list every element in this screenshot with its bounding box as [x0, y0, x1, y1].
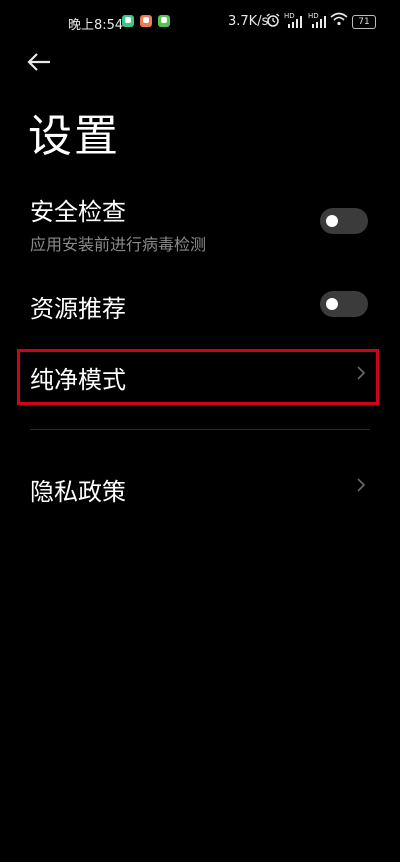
page-title: 设置	[28, 111, 120, 162]
download-notification-icon	[158, 15, 170, 27]
setting-label: 安全检查	[30, 198, 126, 226]
resource-recommend-toggle[interactable]	[320, 291, 368, 317]
battery-icon: 71	[352, 15, 376, 29]
app-notification-icon	[140, 15, 152, 27]
security-check-toggle[interactable]	[320, 208, 368, 234]
cell-signal-icon: HD	[308, 12, 328, 28]
chevron-right-icon	[357, 478, 366, 492]
shield-notification-icon	[122, 15, 134, 27]
setting-resource-recommend[interactable]: 资源推荐	[30, 289, 370, 329]
setting-label: 资源推荐	[30, 295, 126, 323]
cell-signal-icon: HD	[284, 12, 304, 28]
highlight-box	[17, 349, 379, 405]
network-speed: 3.7K/s	[228, 14, 269, 29]
divider	[30, 429, 370, 430]
toggle-knob	[326, 298, 338, 310]
setting-privacy-policy[interactable]: 隐私政策	[30, 472, 370, 508]
setting-subtitle: 应用安装前进行病毒检测	[30, 235, 207, 254]
status-time: 晚上8:54	[68, 18, 124, 33]
status-bar: 晚上8:54 3.7K/s HD HD 71	[0, 0, 400, 44]
alarm-icon	[266, 13, 280, 27]
back-arrow-icon[interactable]	[26, 50, 56, 74]
wifi-icon	[330, 12, 348, 26]
setting-security-check[interactable]: 安全检查 应用安装前进行病毒检测	[30, 192, 370, 262]
setting-label: 隐私政策	[30, 478, 126, 506]
toggle-knob	[326, 215, 338, 227]
